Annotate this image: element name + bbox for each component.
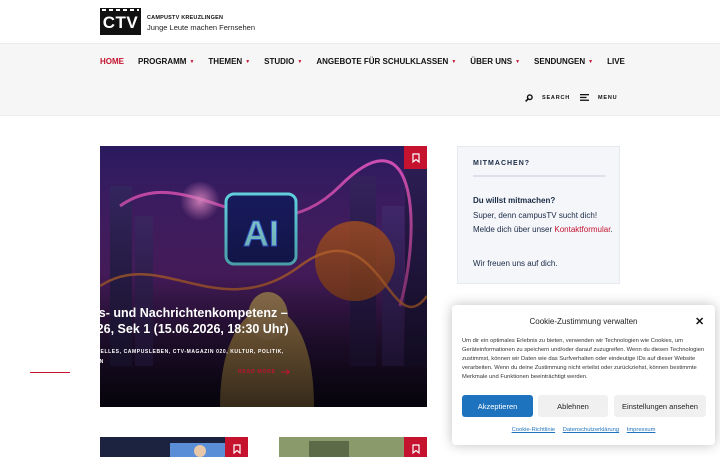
nav-label: HOME: [100, 57, 124, 66]
nav-label: STUDIO: [264, 57, 295, 66]
bookmark-button[interactable]: [404, 146, 427, 169]
main-nav: HOME PROGRAMM ▼ THEMEN ▼ STUDIO ▼ ANGEBOTE …: [100, 57, 639, 66]
widget-title: MITMACHEN?: [473, 160, 531, 167]
nav-item-sendungen[interactable]: SENDUNGEN ▼: [534, 57, 593, 66]
nav-item-home[interactable]: HOME: [100, 57, 124, 66]
nav-label: ÜBER UNS: [470, 57, 513, 66]
featured-post-card[interactable]: AI: [100, 146, 427, 407]
cookie-dialog-links: Cookie-Richtlinie Datenschutzerklärung I…: [452, 427, 715, 433]
caret-down-icon: ▼: [245, 58, 251, 65]
contact-form-link[interactable]: Kontaktformular: [554, 225, 610, 234]
nav-label: THEMEN: [208, 57, 243, 66]
mitmachen-widget: MITMACHEN? Du willst mitmachen? Super, d…: [457, 146, 620, 284]
nav-label: PROGRAMM: [138, 57, 187, 66]
nav-item-ueber-uns[interactable]: ÜBER UNS ▼: [470, 57, 520, 66]
nav-item-angebote[interactable]: ANGEBOTE FÜR SCHULKLASSEN ▼: [316, 57, 456, 66]
site-logo[interactable]: CTV: [100, 8, 141, 35]
search-toggle[interactable]: SEARCH: [525, 94, 570, 102]
cookie-policy-link[interactable]: Cookie-Richtlinie: [512, 427, 556, 433]
caret-down-icon: ▼: [189, 58, 195, 65]
nav-label: LIVE: [607, 57, 625, 66]
bookmark-icon: [232, 443, 241, 454]
imprint-link[interactable]: Impressum: [627, 427, 656, 433]
logo-tagline: Junge Leute machen Fernsehen: [147, 23, 255, 32]
search-label: SEARCH: [542, 95, 571, 101]
caret-down-icon: ▼: [515, 58, 521, 65]
cookie-dialog-title: Cookie-Zustimmung verwalten: [529, 317, 638, 326]
bookmark-button[interactable]: [404, 437, 427, 457]
bookmark-button[interactable]: [225, 437, 248, 457]
privacy-policy-link[interactable]: Datenschutzerklärung: [563, 427, 619, 433]
nav-item-studio[interactable]: STUDIO ▼: [264, 57, 302, 66]
meta-separator: •: [76, 349, 79, 355]
cookie-consent-dialog: Cookie-Zustimmung verwalten ✕ Um dir ein…: [452, 305, 715, 445]
logo-text: CTV: [102, 13, 139, 32]
navigation-band: [0, 44, 720, 116]
view-settings-button[interactable]: Einstellungen ansehen: [614, 395, 706, 417]
arrow-right-icon: [280, 369, 290, 375]
nav-item-live[interactable]: LIVE: [607, 57, 625, 66]
reject-button[interactable]: Ablehnen: [538, 395, 608, 417]
nav-item-themen[interactable]: THEMEN ▼: [208, 57, 250, 66]
post-date: 16. JUNI 2026: [30, 349, 71, 355]
search-icon: [525, 94, 533, 102]
hamburger-menu-icon: [580, 94, 589, 101]
logo-org-name: CAMPUSTV KREUZLINGEN: [147, 15, 224, 21]
cookie-dialog-text: Um dir ein optimales Erlebnis zu bieten,…: [462, 338, 705, 380]
widget-closing: Wir freuen uns auf dich.: [473, 259, 558, 268]
post-card-thumbnail[interactable]: [279, 437, 427, 457]
menu-toggle[interactable]: MENU: [580, 94, 617, 101]
featured-post-meta: 16. JUNI 2026 • AKTUELLES, CAMPUSLEBEN, …: [30, 347, 300, 367]
caret-down-icon: ▼: [588, 58, 594, 65]
nav-label: SENDUNGEN: [534, 57, 586, 66]
post-card-thumbnail[interactable]: [100, 437, 248, 457]
nav-item-programm[interactable]: PROGRAMM ▼: [138, 57, 194, 66]
bookmark-icon: [411, 152, 420, 163]
read-more-label: READ MORE: [238, 369, 276, 375]
widget-question: Du willst mitmachen?: [473, 196, 556, 205]
caret-down-icon: ▼: [297, 58, 303, 65]
featured-post-title[interactable]: Informations- und Nachrichtenkompetenz –…: [30, 305, 300, 337]
nav-label: ANGEBOTE FÜR SCHULKLASSEN: [316, 57, 449, 66]
bookmark-icon: [411, 443, 420, 454]
menu-label: MENU: [598, 94, 618, 101]
widget-divider: [473, 175, 605, 177]
close-icon[interactable]: ✕: [695, 315, 704, 328]
caret-down-icon: ▼: [451, 58, 457, 65]
widget-text: Super, denn campusTV sucht dich! Melde d…: [473, 209, 613, 236]
accept-button[interactable]: Akzeptieren: [462, 395, 533, 417]
featured-image: AI: [100, 146, 427, 407]
accent-divider: [30, 372, 70, 373]
widget-text-end: .: [610, 224, 613, 234]
read-more-link[interactable]: READ MORE: [238, 369, 290, 375]
top-header: CTV CAMPUSTV KREUZLINGEN Junge Leute mac…: [0, 0, 720, 44]
